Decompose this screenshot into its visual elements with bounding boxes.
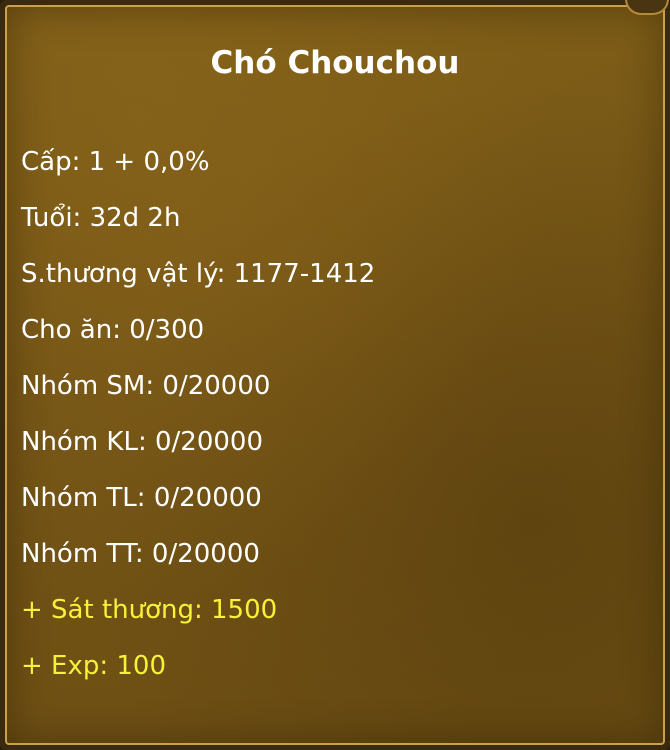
stat-feeding: Cho ăn: 0/300 bbox=[21, 315, 205, 345]
stat-age: Tuổi: 32d 2h bbox=[21, 203, 181, 233]
bonus-exp: + Exp: 100 bbox=[21, 651, 167, 681]
pet-name-title: Chó Chouchou bbox=[210, 45, 460, 81]
stat-level: Cấp: 1 + 0,0% bbox=[21, 147, 210, 177]
stat-physical-damage: S.thương vật lý: 1177-1412 bbox=[21, 259, 376, 289]
pet-tooltip-frame: Chó Chouchou Cấp: 1 + 0,0% Tuổi: 32d 2h … bbox=[0, 0, 670, 750]
stat-group-sm: Nhóm SM: 0/20000 bbox=[21, 371, 271, 401]
stat-group-tl: Nhóm TL: 0/20000 bbox=[21, 483, 262, 513]
pet-stats-list: Cấp: 1 + 0,0% Tuổi: 32d 2h S.thương vật … bbox=[21, 141, 375, 701]
pet-info-panel: Chó Chouchou Cấp: 1 + 0,0% Tuổi: 32d 2h … bbox=[5, 0, 669, 745]
stat-group-kl: Nhóm KL: 0/20000 bbox=[21, 427, 263, 457]
bonus-damage: + Sát thương: 1500 bbox=[21, 595, 278, 625]
corner-ornament bbox=[625, 0, 669, 15]
stat-group-tt: Nhóm TT: 0/20000 bbox=[21, 539, 260, 569]
